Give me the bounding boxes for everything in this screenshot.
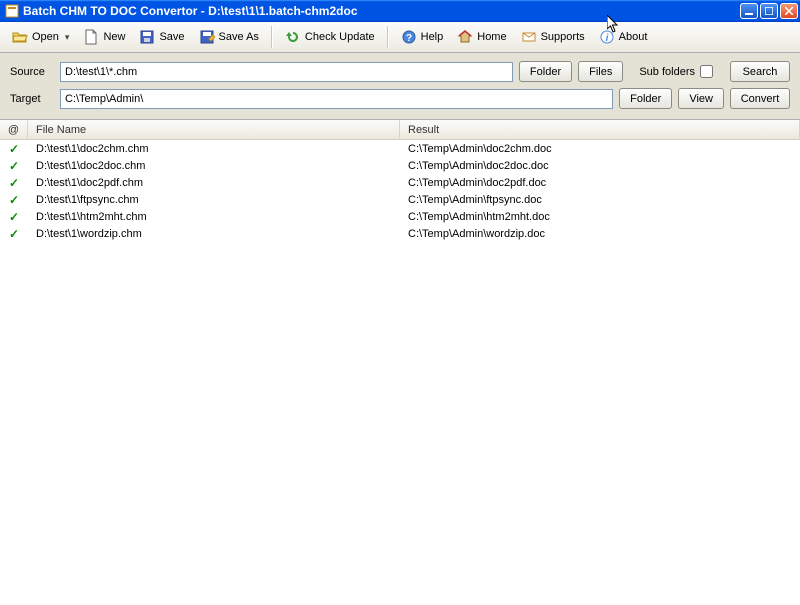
table-row[interactable]: ✓ D:\test\1\doc2pdf.chmC:\Temp\Admin\doc2… <box>0 174 800 191</box>
save-as-label: Save As <box>219 31 259 43</box>
check-icon: ✓ <box>9 142 19 156</box>
file-name-cell: D:\test\1\wordzip.chm <box>28 228 400 240</box>
file-name-cell: D:\test\1\htm2mht.chm <box>28 211 400 223</box>
info-icon: i <box>599 29 615 45</box>
result-cell: C:\Temp\Admin\doc2chm.doc <box>400 143 800 155</box>
save-icon <box>139 29 155 45</box>
about-button[interactable]: i About <box>593 25 654 49</box>
save-button[interactable]: Save <box>133 25 190 49</box>
close-button[interactable] <box>780 3 798 19</box>
target-input[interactable] <box>60 89 613 109</box>
col-file-name[interactable]: File Name <box>28 120 400 139</box>
table-body[interactable]: ✓D:\test\1\doc2chm.chmC:\Temp\Admin\doc2… <box>0 140 800 605</box>
result-cell: C:\Temp\Admin\doc2pdf.doc <box>400 177 800 189</box>
window-controls <box>740 3 798 19</box>
status-cell: ✓ <box>0 193 28 207</box>
search-button[interactable]: Search <box>730 61 790 82</box>
table-row[interactable]: ✓ D:\test\1\doc2chm.chmC:\Temp\Admin\doc2… <box>0 140 800 157</box>
subfolders-label: Sub folders <box>639 66 695 78</box>
new-label: New <box>103 31 125 43</box>
check-icon: ✓ <box>9 159 19 173</box>
check-icon: ✓ <box>9 227 19 241</box>
save-as-button[interactable]: Save As <box>193 25 265 49</box>
result-cell: C:\Temp\Admin\ftpsync.doc <box>400 194 800 206</box>
result-cell: C:\Temp\Admin\wordzip.doc <box>400 228 800 240</box>
titlebar: Batch CHM TO DOC Convertor - D:\test\1\1… <box>0 0 800 22</box>
toolbar-separator <box>387 26 389 48</box>
check-icon: ✓ <box>9 210 19 224</box>
source-files-button[interactable]: Files <box>578 61 623 82</box>
app-icon <box>4 3 20 19</box>
check-icon: ✓ <box>9 176 19 190</box>
table-header: @ File Name Result <box>0 120 800 140</box>
status-cell: ✓ <box>0 159 28 173</box>
home-button[interactable]: Home <box>451 25 512 49</box>
new-button[interactable]: New <box>77 25 131 49</box>
table-row[interactable]: ✓ D:\test\1\doc2doc.chmC:\Temp\Admin\doc2… <box>0 157 800 174</box>
col-result[interactable]: Result <box>400 120 800 139</box>
new-file-icon <box>83 29 99 45</box>
source-label: Source <box>10 66 54 78</box>
file-name-cell: D:\test\1\ftpsync.chm <box>28 194 400 206</box>
home-label: Home <box>477 31 506 43</box>
open-label: Open <box>32 31 59 43</box>
table-row[interactable]: ✓ D:\test\1\htm2mht.chmC:\Temp\Admin\htm2… <box>0 208 800 225</box>
target-folder-button[interactable]: Folder <box>619 88 672 109</box>
file-name-cell: D:\test\1\doc2doc.chm <box>28 160 400 172</box>
svg-text:?: ? <box>406 33 412 44</box>
save-label: Save <box>159 31 184 43</box>
source-folder-button[interactable]: Folder <box>519 61 572 82</box>
help-button[interactable]: ? Help <box>395 25 450 49</box>
home-icon <box>457 29 473 45</box>
result-cell: C:\Temp\Admin\htm2mht.doc <box>400 211 800 223</box>
table-row[interactable]: ✓ D:\test\1\wordzip.chmC:\Temp\Admin\word… <box>0 225 800 242</box>
check-update-button[interactable]: Check Update <box>279 25 381 49</box>
file-name-cell: D:\test\1\doc2chm.chm <box>28 143 400 155</box>
open-button[interactable]: Open ▾ <box>6 25 75 49</box>
form-area: Source Folder Files Sub folders Search T… <box>0 53 800 120</box>
open-folder-icon <box>12 29 28 45</box>
col-status[interactable]: @ <box>0 120 28 139</box>
supports-label: Supports <box>541 31 585 43</box>
minimize-button[interactable] <box>740 3 758 19</box>
table-row[interactable]: ✓ D:\test\1\ftpsync.chmC:\Temp\Admin\ftps… <box>0 191 800 208</box>
status-cell: ✓ <box>0 176 28 190</box>
convert-button[interactable]: Convert <box>730 88 790 109</box>
svg-text:i: i <box>605 33 608 44</box>
check-update-label: Check Update <box>305 31 375 43</box>
status-cell: ✓ <box>0 227 28 241</box>
window-title: Batch CHM TO DOC Convertor - D:\test\1\1… <box>23 4 740 18</box>
mail-icon <box>521 29 537 45</box>
result-cell: C:\Temp\Admin\doc2doc.doc <box>400 160 800 172</box>
check-icon: ✓ <box>9 193 19 207</box>
save-as-icon <box>199 29 215 45</box>
status-cell: ✓ <box>0 210 28 224</box>
toolbar-separator <box>271 26 273 48</box>
help-icon: ? <box>401 29 417 45</box>
subfolders-checkbox[interactable] <box>700 65 713 78</box>
supports-button[interactable]: Supports <box>515 25 591 49</box>
target-view-button[interactable]: View <box>678 88 724 109</box>
target-label: Target <box>10 93 54 105</box>
dropdown-arrow-icon: ▾ <box>65 32 70 43</box>
source-input[interactable] <box>60 62 513 82</box>
maximize-button[interactable] <box>760 3 778 19</box>
status-cell: ✓ <box>0 142 28 156</box>
refresh-icon <box>285 29 301 45</box>
help-label: Help <box>421 31 444 43</box>
about-label: About <box>619 31 648 43</box>
toolbar: Open ▾ New Save Save As Check Update ? H… <box>0 22 800 53</box>
file-name-cell: D:\test\1\doc2pdf.chm <box>28 177 400 189</box>
